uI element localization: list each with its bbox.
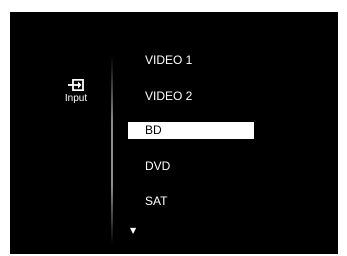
osd-screen: Input VIDEO 1 VIDEO 2 BD DVD SAT ▼ xyxy=(10,12,338,254)
menu-item-dvd[interactable]: DVD xyxy=(128,158,254,175)
input-label: Input xyxy=(64,93,88,104)
scroll-down-icon[interactable]: ▼ xyxy=(130,226,136,236)
menu-divider xyxy=(111,56,113,244)
menu-item-video2[interactable]: VIDEO 2 xyxy=(128,88,254,105)
menu-item-video1[interactable]: VIDEO 1 xyxy=(128,52,254,69)
menu-item-sat[interactable]: SAT xyxy=(128,193,254,210)
menu-item-bd[interactable]: BD xyxy=(128,122,254,139)
input-source-icon xyxy=(68,79,84,91)
